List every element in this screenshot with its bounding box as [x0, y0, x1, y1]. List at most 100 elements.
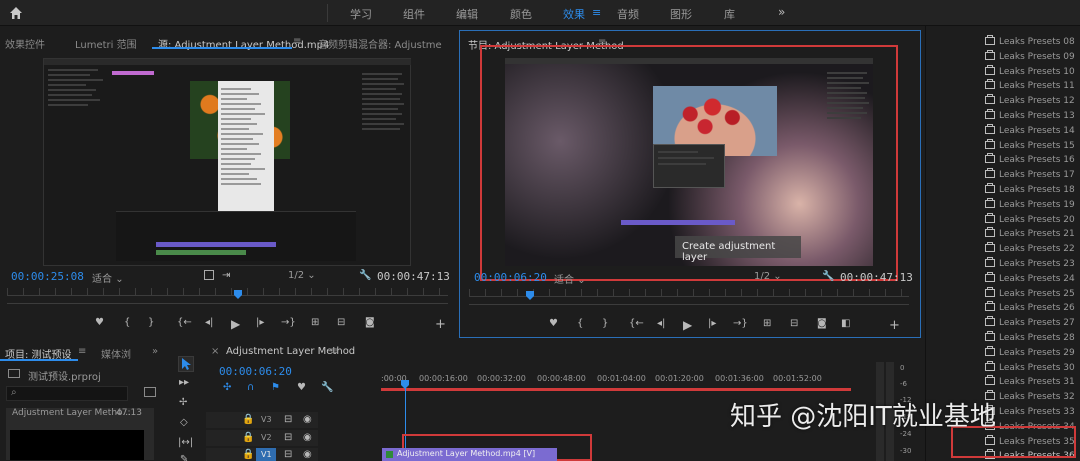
- add-marker-icon[interactable]: ♥: [95, 317, 104, 328]
- effect-preset-item[interactable]: Leaks Presets 15: [985, 138, 1075, 155]
- safe-margins-icon[interactable]: [204, 270, 214, 280]
- effect-preset-item[interactable]: Leaks Presets 31: [985, 375, 1075, 391]
- eye-icon[interactable]: ◉: [303, 432, 312, 443]
- step-back-icon[interactable]: ◂|: [657, 318, 665, 329]
- project-search-input[interactable]: ⌕: [6, 386, 128, 401]
- extract-icon[interactable]: ⊟: [790, 318, 798, 329]
- effect-preset-item[interactable]: Leaks Presets 28: [985, 331, 1075, 347]
- camera-icon[interactable]: ◙: [817, 318, 827, 329]
- timeline-tab-menu-icon[interactable]: ≡: [330, 346, 338, 357]
- workspace-tab-color[interactable]: 颜色: [510, 6, 532, 22]
- workspace-tab-effects[interactable]: 效果: [563, 6, 585, 22]
- effect-preset-item[interactable]: Leaks Presets 17: [985, 168, 1075, 184]
- mark-in-icon[interactable]: {: [124, 317, 130, 328]
- linked-selection-icon[interactable]: ⚑: [271, 382, 280, 393]
- timeline-ruler[interactable]: :00:00 00:00:16:00 00:00:32:00 00:00:48:…: [381, 372, 851, 386]
- effect-preset-item[interactable]: Leaks Presets 10: [985, 64, 1075, 81]
- play-icon[interactable]: ▶: [231, 317, 240, 331]
- lock-icon[interactable]: 🔒: [242, 432, 254, 443]
- program-zoom-bar[interactable]: [469, 304, 909, 305]
- effect-preset-item[interactable]: Leaks Presets 16: [985, 153, 1075, 169]
- effect-preset-item[interactable]: Leaks Presets 33: [985, 405, 1075, 421]
- program-resolution-dropdown[interactable]: 1/2 ⌄: [754, 271, 782, 282]
- tab-lumetri-scopes[interactable]: Lumetri 范围: [75, 36, 137, 51]
- sync-lock-icon[interactable]: ⊟: [284, 414, 292, 425]
- add-marker-icon[interactable]: ♥: [549, 318, 558, 329]
- workspace-overflow-icon[interactable]: »: [778, 5, 785, 19]
- go-to-out-icon[interactable]: →}: [281, 317, 296, 328]
- go-to-in-icon[interactable]: {←: [629, 318, 644, 329]
- go-to-in-icon[interactable]: {←: [177, 317, 192, 328]
- add-button-icon[interactable]: +: [889, 318, 900, 333]
- mark-out-icon[interactable]: }: [602, 318, 608, 329]
- step-forward-icon[interactable]: |▸: [256, 317, 264, 328]
- effect-preset-item[interactable]: Leaks Presets 32: [985, 390, 1075, 406]
- insert-overwrite-icon[interactable]: ⇥: [222, 270, 230, 281]
- add-marker-icon[interactable]: ♥: [297, 382, 306, 393]
- effect-preset-item[interactable]: Leaks Presets 22: [985, 242, 1075, 258]
- source-timecode[interactable]: 00:00:25:08: [11, 270, 84, 283]
- effect-preset-item[interactable]: Leaks Presets 19: [985, 197, 1075, 214]
- track-select-tool-icon[interactable]: ▸▸: [179, 377, 189, 388]
- snap-icon[interactable]: ∩: [247, 382, 254, 393]
- effect-preset-item[interactable]: Leaks Presets 13: [985, 109, 1075, 125]
- workspace-tab-libraries[interactable]: 库: [724, 6, 735, 22]
- source-tab-menu-icon[interactable]: ≡: [293, 36, 301, 47]
- ripple-edit-tool-icon[interactable]: ✢: [179, 397, 187, 408]
- sync-lock-icon[interactable]: ⊟: [284, 432, 292, 443]
- mark-out-icon[interactable]: }: [148, 317, 154, 328]
- workspace-tab-editing[interactable]: 编辑: [456, 6, 478, 22]
- effect-preset-item[interactable]: Leaks Presets 09: [985, 49, 1075, 66]
- workspace-tab-audio[interactable]: 音频: [617, 6, 639, 22]
- insert-icon[interactable]: ⊞: [311, 317, 319, 328]
- mark-in-icon[interactable]: {: [577, 318, 583, 329]
- effect-preset-item[interactable]: Leaks Presets 11: [985, 79, 1075, 95]
- camera-icon[interactable]: ◙: [365, 317, 375, 328]
- source-playhead[interactable]: [234, 290, 242, 299]
- effect-preset-item[interactable]: Leaks Presets 27: [985, 316, 1075, 332]
- pen-tool-icon[interactable]: ✎: [180, 454, 188, 461]
- program-time-ruler[interactable]: [469, 289, 909, 297]
- tab-media-browser[interactable]: 媒体浏: [101, 346, 131, 361]
- effect-preset-item[interactable]: Leaks Presets 20: [985, 212, 1075, 229]
- effect-preset-item[interactable]: Leaks Presets 08: [985, 35, 1075, 51]
- effect-preset-item[interactable]: Leaks Presets 24: [985, 271, 1075, 288]
- lock-icon[interactable]: 🔒: [242, 414, 254, 425]
- eye-icon[interactable]: ◉: [303, 449, 312, 460]
- effect-preset-item[interactable]: Leaks Presets 14: [985, 123, 1075, 140]
- tab-audio-clip-mixer[interactable]: 音频剪辑混合器: Adjustme: [318, 36, 442, 51]
- step-back-icon[interactable]: ◂|: [205, 317, 213, 328]
- workspace-menu-icon[interactable]: ≡: [592, 6, 601, 19]
- effect-preset-item[interactable]: Leaks Presets 25: [985, 286, 1075, 303]
- step-forward-icon[interactable]: |▸: [708, 318, 716, 329]
- wrench-icon[interactable]: 🔧: [321, 382, 333, 393]
- source-video-frame[interactable]: [43, 58, 411, 266]
- nest-icon[interactable]: ✣: [223, 382, 231, 393]
- comparison-view-icon[interactable]: ◧: [841, 318, 850, 329]
- effect-preset-item[interactable]: Leaks Presets 23: [985, 257, 1075, 273]
- home-icon[interactable]: [8, 5, 24, 21]
- project-clip-item[interactable]: Adjustment Layer Metho... 47:13: [6, 408, 154, 460]
- workspace-tab-assembly[interactable]: 组件: [403, 6, 425, 22]
- project-overflow-icon[interactable]: »: [152, 346, 158, 357]
- source-resolution-dropdown[interactable]: 1/2 ⌄: [288, 270, 316, 281]
- effect-preset-item[interactable]: Leaks Presets 12: [985, 94, 1075, 110]
- effect-preset-item[interactable]: Leaks Presets 26: [985, 301, 1075, 317]
- overwrite-icon[interactable]: ⊟: [337, 317, 345, 328]
- lift-icon[interactable]: ⊞: [763, 318, 771, 329]
- lock-icon[interactable]: 🔒: [242, 449, 254, 460]
- source-fit-dropdown[interactable]: 适合 ⌄: [92, 270, 124, 285]
- go-to-out-icon[interactable]: →}: [733, 318, 748, 329]
- add-button-icon[interactable]: +: [435, 317, 446, 332]
- program-video-frame[interactable]: Create adjustment layer: [505, 58, 873, 266]
- timeline-close-icon[interactable]: ×: [211, 346, 219, 357]
- program-fit-dropdown[interactable]: 适合 ⌄: [554, 271, 586, 286]
- timeline-timecode[interactable]: 00:00:06:20: [219, 365, 292, 378]
- eye-icon[interactable]: ◉: [303, 414, 312, 425]
- workspace-tab-graphics[interactable]: 图形: [670, 6, 692, 22]
- selection-tool-icon[interactable]: [178, 356, 194, 372]
- new-bin-icon[interactable]: [144, 387, 156, 397]
- source-zoom-bar[interactable]: [7, 303, 448, 304]
- slip-tool-icon[interactable]: |↔|: [178, 437, 193, 448]
- wrench-icon[interactable]: 🔧: [359, 270, 371, 281]
